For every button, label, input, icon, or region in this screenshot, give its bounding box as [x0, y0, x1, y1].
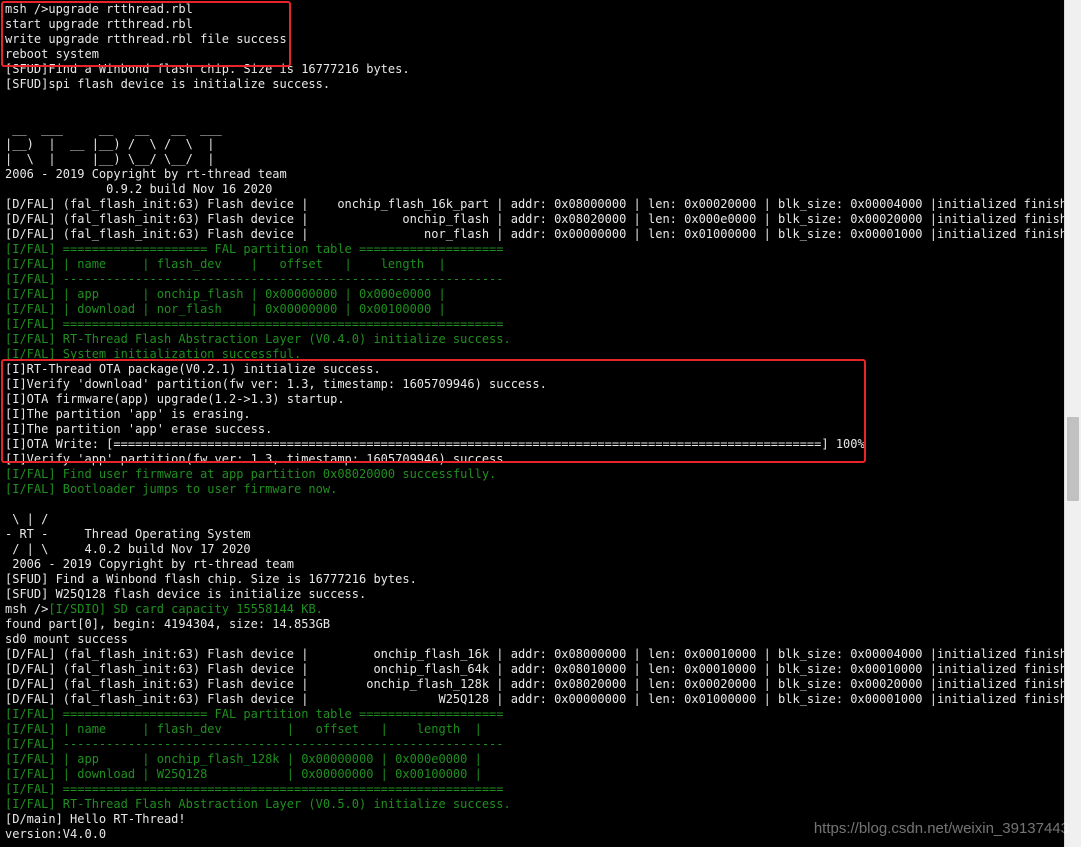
terminal-line: [SFUD]spi flash device is initialize suc…	[5, 77, 331, 91]
terminal-line: [SFUD] Find a Winbond flash chip. Size i…	[5, 572, 417, 586]
terminal-line: [I/FAL] System initialization successful…	[5, 347, 302, 361]
terminal-line: / | \ 4.0.2 build Nov 17 2020	[5, 542, 251, 556]
terminal-line: [I/FAL] Find user firmware at app partit…	[5, 467, 497, 481]
terminal-line: [I/FAL] --------------------------------…	[5, 272, 504, 286]
terminal-log-text: [I/SDIO] SD card capacity 15558144 KB.	[48, 602, 323, 616]
terminal-line: [I]OTA firmware(app) upgrade(1.2->1.3) s…	[5, 392, 345, 406]
terminal-line: sd0 mount success	[5, 632, 128, 646]
terminal-line: reboot system	[5, 47, 99, 61]
terminal-line: [I/FAL] --------------------------------…	[5, 737, 504, 751]
terminal-line: [I/FAL] | download | nor_flash | 0x00000…	[5, 302, 446, 316]
terminal-line: [I]Verify 'app' partition(fw ver: 1.3, t…	[5, 452, 511, 466]
vertical-scrollbar[interactable]	[1064, 0, 1081, 847]
terminal-line: [D/FAL] (fal_flash_init:63) Flash device…	[5, 647, 1064, 661]
terminal-prompt: msh />	[5, 602, 49, 616]
terminal-line: [SFUD]Find a Winbond flash chip. Size is…	[5, 62, 410, 76]
terminal-line: [I/FAL] | name | flash_dev | offset | le…	[5, 257, 446, 271]
terminal-line: - RT - Thread Operating System	[5, 527, 251, 541]
terminal-line: [I/FAL] RT-Thread Flash Abstraction Laye…	[5, 797, 511, 811]
watermark: https://blog.csdn.net/weixin_39137443	[813, 820, 1069, 837]
terminal-line: [I/FAL] ==================== FAL partiti…	[5, 707, 504, 721]
terminal-line: [D/FAL] (fal_flash_init:63) Flash device…	[5, 197, 1064, 211]
terminal-line: 2006 - 2019 Copyright by rt-thread team	[5, 557, 294, 571]
terminal-line: start upgrade rtthread.rbl	[5, 17, 193, 31]
terminal-line: [I/FAL] ==================== FAL partiti…	[5, 242, 504, 256]
terminal-line: [D/FAL] (fal_flash_init:63) Flash device…	[5, 212, 1064, 226]
terminal-line: |__) | __ |__) / \ / \ |	[5, 137, 215, 151]
terminal-line: [D/FAL] (fal_flash_init:63) Flash device…	[5, 692, 1064, 706]
terminal-line: [I/FAL] | app | onchip_flash | 0x0000000…	[5, 287, 446, 301]
terminal-line: | \ | |__) \__/ \__/ |	[5, 152, 215, 166]
terminal-line: \ | /	[5, 512, 49, 526]
terminal-line: [I/FAL] RT-Thread Flash Abstraction Laye…	[5, 332, 511, 346]
terminal-line: [I]The partition 'app' erase success.	[5, 422, 273, 436]
terminal-line: [SFUD] W25Q128 flash device is initializ…	[5, 587, 367, 601]
terminal-line: __ ___ __ __ __ ___	[5, 122, 222, 136]
terminal-line: msh />upgrade rtthread.rbl	[5, 2, 193, 16]
terminal-line: [I]RT-Thread OTA package(V0.2.1) initial…	[5, 362, 381, 376]
terminal-line: [I]Verify 'download' partition(fw ver: 1…	[5, 377, 547, 391]
terminal-line: [I/FAL] | app | onchip_flash_128k | 0x00…	[5, 752, 482, 766]
terminal-line: [I]OTA Write: [=========================…	[5, 437, 865, 451]
terminal-line: write upgrade rtthread.rbl file success	[5, 32, 287, 46]
terminal-line: 0.9.2 build Nov 16 2020	[5, 182, 273, 196]
terminal-line: [I]The partition 'app' is erasing.	[5, 407, 251, 421]
terminal-line: [D/FAL] (fal_flash_init:63) Flash device…	[5, 677, 1064, 691]
terminal-line: found part[0], begin: 4194304, size: 14.…	[5, 617, 331, 631]
terminal-line: [I/FAL] Bootloader jumps to user firmwar…	[5, 482, 338, 496]
scrollbar-thumb[interactable]	[1067, 417, 1079, 501]
terminal-line: [I/FAL] ================================…	[5, 782, 504, 796]
terminal-line: [I/FAL] | name | flash_dev | offset | le…	[5, 722, 482, 736]
terminal-line: msh />[I/SDIO] SD card capacity 15558144…	[5, 602, 1064, 617]
terminal-line: [D/FAL] (fal_flash_init:63) Flash device…	[5, 227, 1064, 241]
terminal-line: 2006 - 2019 Copyright by rt-thread team	[5, 167, 287, 181]
terminal-line: [I/FAL] ================================…	[5, 317, 504, 331]
terminal-line: [D/FAL] (fal_flash_init:63) Flash device…	[5, 662, 1064, 676]
terminal-line: [I/FAL] | download | W25Q128 | 0x0000000…	[5, 767, 482, 781]
terminal-window[interactable]: msh />upgrade rtthread.rbl start upgrade …	[0, 0, 1064, 847]
terminal-output: msh />upgrade rtthread.rbl start upgrade …	[5, 2, 1064, 842]
